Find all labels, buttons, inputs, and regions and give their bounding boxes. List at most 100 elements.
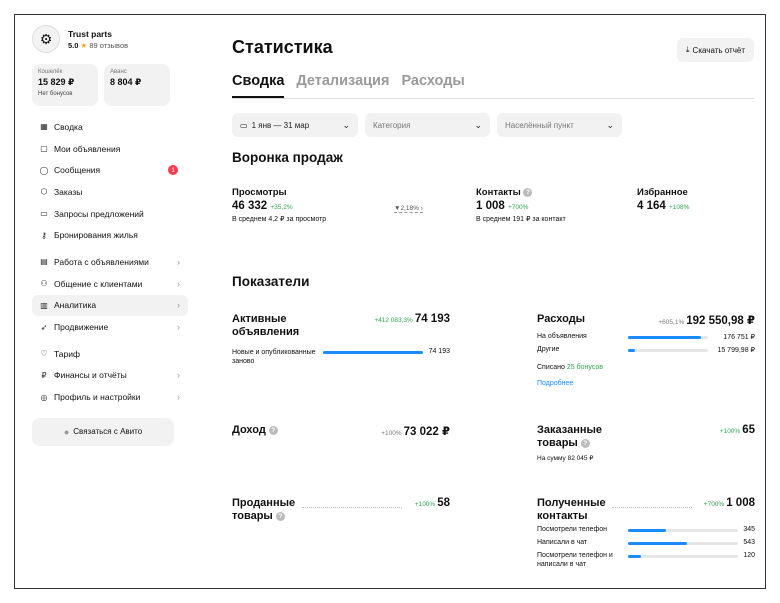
received-row-label: Посмотрели телефон и написали в чат bbox=[537, 552, 613, 568]
city-placeholder: Населённый пункт bbox=[505, 120, 574, 130]
chevron-down-icon: ⌄ bbox=[342, 119, 350, 130]
conversion-rate[interactable]: ▼2,18% › bbox=[394, 205, 423, 213]
metric-sold-goods[interactable]: Проданные товары ? +100% 58 bbox=[232, 497, 450, 527]
indicators-title: Показатели bbox=[232, 274, 310, 289]
category-select[interactable]: Категория ⌄ bbox=[365, 113, 490, 137]
received-contacts-value: 1 008 bbox=[726, 497, 755, 509]
help-icon[interactable]: ? bbox=[580, 439, 590, 448]
people-icon: ⚇ bbox=[40, 279, 48, 289]
contact-avito-button[interactable]: ● Связаться с Авито bbox=[32, 417, 174, 446]
advance-label: Аванс bbox=[110, 69, 127, 75]
funnel-views[interactable]: Просмотры 46 332 +35,2% В среднем 4,2 ₽ … bbox=[232, 187, 326, 223]
favorites-delta: +108% bbox=[668, 204, 690, 211]
received-row-bar-fill bbox=[628, 542, 688, 545]
sidebar-item-tariff[interactable]: ♡ Тариф bbox=[32, 343, 188, 365]
metric-ordered-goods[interactable]: Заказанные товары ? +100% 65 На сумму 82 0… bbox=[537, 424, 755, 469]
ordered-goods-delta: +100% bbox=[719, 428, 741, 435]
sidebar-item-orders[interactable]: ⬡ Заказы bbox=[32, 181, 188, 203]
expenses-row-bar-fill bbox=[628, 336, 702, 339]
sales-funnel: Просмотры 46 332 +35,2% В среднем 4,2 ₽ … bbox=[232, 187, 754, 237]
leader-dots bbox=[302, 507, 402, 508]
star-icon: ★ bbox=[80, 40, 88, 50]
key-icon: ⚷ bbox=[41, 230, 47, 240]
download-report-button[interactable]: ⤓ Скачать отчёт bbox=[677, 38, 754, 62]
metric-active-listings[interactable]: Активные объявления +412 083,3% 74 193 Нов… bbox=[232, 313, 450, 383]
chevron-right-icon: › bbox=[177, 370, 180, 381]
written-off: Списано 25 бонусов bbox=[537, 364, 603, 371]
expenses-row-value: 15 799,98 ₽ bbox=[717, 347, 755, 354]
tab-details[interactable]: Детализация bbox=[296, 73, 389, 98]
sidebar-item-profile-settings[interactable]: ◎ Профиль и настройки › bbox=[32, 386, 188, 408]
sidebar-item-label: Мои объявления bbox=[54, 143, 121, 154]
sidebar-item-bookings[interactable]: ⚷ Бронирования жилья bbox=[32, 224, 188, 246]
sidebar-item-summary[interactable]: ▦ Сводка bbox=[32, 116, 188, 138]
category-placeholder: Категория bbox=[373, 120, 411, 130]
expenses-value: 192 550,98 ₽ bbox=[686, 315, 755, 327]
city-select[interactable]: Населённый пункт ⌄ bbox=[497, 113, 622, 137]
ordered-goods-value: 65 bbox=[742, 424, 755, 436]
sidebar-item-my-listings[interactable]: ▢ Мои объявления bbox=[32, 138, 188, 160]
metric-received-contacts[interactable]: Полученные контакты +700% 1 008 Посмотрели… bbox=[537, 497, 755, 577]
sidebar-item-listing-work[interactable]: ▤ Работа с объявлениями › bbox=[32, 251, 188, 273]
ruble-icon: ₽ bbox=[41, 370, 47, 380]
folder-icon: ▭ bbox=[40, 209, 48, 219]
tab-expenses[interactable]: Расходы bbox=[401, 73, 464, 98]
tab-summary[interactable]: Сводка bbox=[232, 73, 285, 98]
page-title: Статистика bbox=[232, 37, 333, 57]
sidebar-item-label: Заказы bbox=[54, 186, 83, 197]
chat-icon: ◯ bbox=[39, 165, 49, 175]
sidebar-item-label: Тариф bbox=[54, 348, 81, 359]
sidebar-item-analytics[interactable]: ▥ Аналитика › bbox=[32, 294, 188, 317]
sidebar-item-promotion[interactable]: ➶ Продвижение › bbox=[32, 316, 188, 338]
received-row-bar bbox=[628, 542, 738, 545]
listing-icon: ▢ bbox=[40, 144, 48, 154]
advance-card[interactable]: Аванс 8 804 ₽ bbox=[104, 64, 170, 106]
contact-avito-label: Связаться с Авито bbox=[73, 427, 143, 437]
sidebar-item-requests[interactable]: ▭ Запросы предложений bbox=[32, 203, 188, 225]
views-label: Просмотры bbox=[232, 187, 287, 198]
more-link[interactable]: Подробнее bbox=[537, 380, 573, 387]
active-row-value: 74 193 bbox=[428, 348, 450, 355]
help-icon[interactable]: ? bbox=[268, 426, 278, 435]
sidebar-item-label: Работа с объявлениями bbox=[54, 256, 149, 267]
funnel-contacts[interactable]: Контакты ? 1 008 +700% В среднем 191 ₽ з… bbox=[476, 187, 566, 223]
calendar-icon: ▭ bbox=[240, 120, 248, 130]
sidebar-item-messages[interactable]: ◯ Сообщения 1 bbox=[32, 159, 188, 181]
wallets: Кошелёк 15 829 ₽ Нет бонусов Аванс 8 804… bbox=[32, 64, 188, 106]
expenses-row-label: На объявления bbox=[537, 333, 587, 340]
wallet-label: Кошелёк bbox=[38, 69, 63, 75]
income-name: Доход bbox=[232, 424, 266, 436]
received-row-label: Написали в чат bbox=[537, 539, 588, 546]
sidebar-item-label: Сообщения bbox=[54, 165, 101, 176]
support-icon: ● bbox=[63, 426, 70, 437]
settings-icon: ◎ bbox=[40, 392, 48, 402]
help-icon[interactable]: ? bbox=[523, 188, 533, 197]
active-row-bar bbox=[323, 351, 423, 354]
box-icon: ⬡ bbox=[40, 187, 48, 197]
received-row-label: Посмотрели телефон bbox=[537, 526, 607, 533]
help-icon[interactable]: ? bbox=[275, 512, 285, 521]
active-row-label: Новые и опубликованные заново bbox=[232, 349, 316, 365]
document-icon: ▤ bbox=[40, 257, 48, 267]
metric-expenses[interactable]: Расходы +605,1% 192 550,98 ₽ На объявлени… bbox=[537, 313, 755, 423]
funnel-title: Воронка продаж bbox=[232, 150, 343, 165]
chevron-right-icon: › bbox=[177, 256, 180, 267]
received-row-value: 543 bbox=[743, 539, 755, 546]
wallet-card[interactable]: Кошелёк 15 829 ₽ Нет бонусов bbox=[32, 64, 98, 106]
sidebar-item-label: Аналитика bbox=[54, 300, 97, 311]
chevron-right-icon: › bbox=[177, 278, 180, 289]
profile-card[interactable]: ⚙ Trust parts 5.0 ★ 89 отзывов bbox=[32, 24, 188, 54]
sidebar-menu: ▦ Сводка ▢ Мои объявления ◯ Сообщения 1 … bbox=[32, 116, 188, 408]
sidebar-item-finance[interactable]: ₽ Финансы и отчёты › bbox=[32, 365, 188, 387]
date-range-select[interactable]: ▭ 1 янв — 31 мар ⌄ bbox=[232, 113, 358, 137]
reviews-link[interactable]: 89 отзывов bbox=[89, 41, 128, 50]
contacts-value: 1 008 bbox=[476, 200, 505, 212]
sidebar-item-clients[interactable]: ⚇ Общение с клиентами › bbox=[32, 273, 188, 295]
sidebar-item-label: Финансы и отчёты bbox=[54, 370, 127, 381]
sidebar-item-label: Сводка bbox=[54, 121, 83, 132]
profile-rating[interactable]: 5.0 ★ 89 отзывов bbox=[68, 41, 128, 50]
active-row-bar-fill bbox=[323, 351, 423, 354]
funnel-favorites[interactable]: Избранное 4 164 +108% bbox=[637, 187, 689, 212]
metric-income[interactable]: Доход ? +100% 73 022 ₽ bbox=[232, 424, 450, 454]
chevron-right-icon: › bbox=[177, 322, 180, 333]
